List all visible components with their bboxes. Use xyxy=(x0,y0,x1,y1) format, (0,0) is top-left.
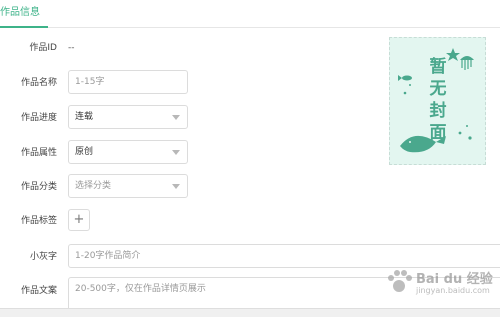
watermark-text: Bai du 经验 xyxy=(416,272,493,287)
chevron-down-icon xyxy=(172,150,180,155)
chevron-down-icon xyxy=(172,184,180,189)
cover-char: 暂 xyxy=(429,57,447,77)
baidu-jingyan-watermark: Bai du 经验 jingyan.baidu.com xyxy=(384,262,494,302)
field-tags-label: 作品标签 xyxy=(20,216,57,226)
attribute-select-value: 原创 xyxy=(75,147,94,157)
field-name-label: 作品名称 xyxy=(20,78,57,88)
chevron-down-icon xyxy=(172,115,180,120)
field-attribute-label: 作品属性 xyxy=(20,148,57,158)
field-id-label: 作品ID xyxy=(29,43,57,53)
progress-select[interactable]: 连载 xyxy=(68,105,188,129)
field-category-row: 作品分类 选择分类 xyxy=(0,174,500,200)
progress-select-value: 连载 xyxy=(75,112,94,122)
category-select[interactable]: 选择分类 xyxy=(68,174,188,198)
category-select-placeholder: 选择分类 xyxy=(75,181,112,191)
field-id-value: -- xyxy=(68,43,75,53)
paw-logo-icon xyxy=(388,270,412,292)
field-copy-label: 作品文案 xyxy=(20,286,57,296)
cover-placeholder-text: 暂 无 封 面 xyxy=(418,56,458,144)
cover-char: 面 xyxy=(429,123,447,143)
field-tags-row: 作品标签 + xyxy=(0,208,500,234)
field-progress-label: 作品进度 xyxy=(20,113,57,123)
cover-image-placeholder[interactable]: 暂 无 封 面 xyxy=(389,37,486,165)
watermark-subtext: jingyan.baidu.com xyxy=(416,286,490,295)
cover-char: 封 xyxy=(429,101,447,121)
attribute-select[interactable]: 原创 xyxy=(68,140,188,164)
tab-work-info[interactable]: 作品信息 xyxy=(0,0,48,28)
add-tag-button[interactable]: + xyxy=(68,209,90,231)
cover-char: 无 xyxy=(429,79,447,99)
field-gray-text-label: 小灰字 xyxy=(29,252,57,262)
field-category-label: 作品分类 xyxy=(20,182,57,192)
work-name-input[interactable]: 1-15字 xyxy=(68,70,188,94)
tab-bar: 作品信息 xyxy=(0,0,500,28)
